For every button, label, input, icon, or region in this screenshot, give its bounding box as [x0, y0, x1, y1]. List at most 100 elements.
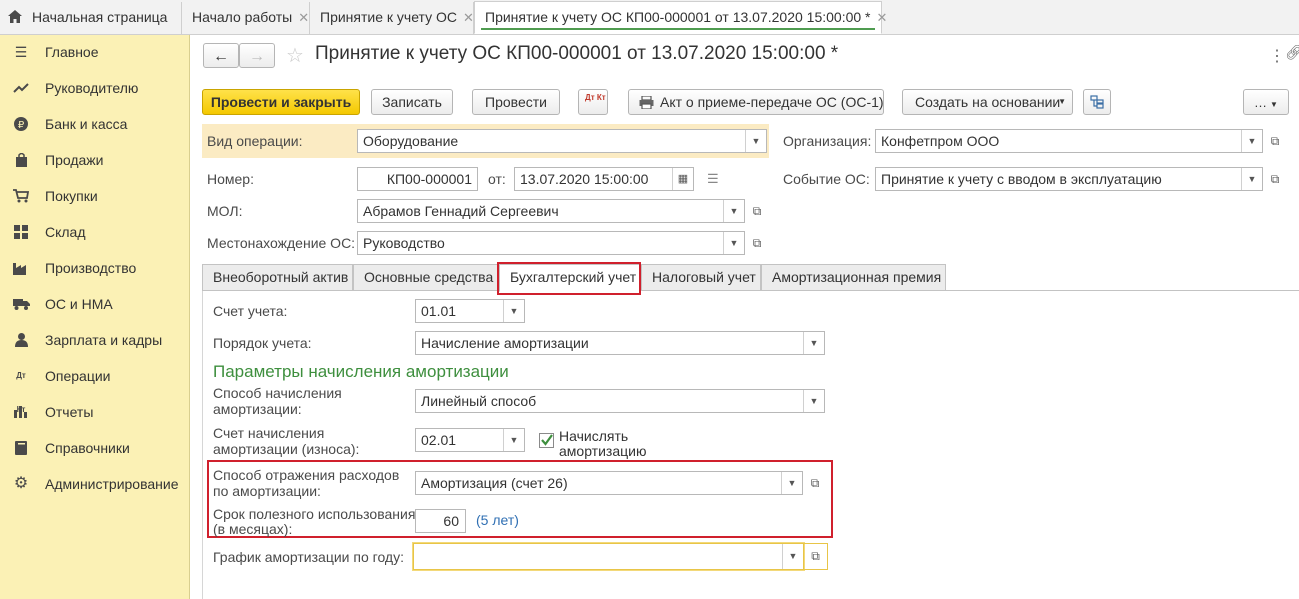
- tab-fixed-assets[interactable]: Основные средства: [353, 264, 499, 291]
- date-input[interactable]: 13.07.2020 15:00:00 ▦: [514, 167, 694, 191]
- close-icon[interactable]: ✕: [877, 10, 888, 25]
- chevron-down-icon[interactable]: ▼: [723, 232, 744, 254]
- sidebar-item-main[interactable]: ☰ Главное: [0, 35, 189, 69]
- date-label: от:: [488, 171, 506, 187]
- chevron-down-icon[interactable]: ▼: [1241, 168, 1262, 190]
- chevron-down-icon[interactable]: ▼: [723, 200, 744, 222]
- sidebar-item-warehouse[interactable]: Склад: [0, 215, 189, 249]
- more-actions-button[interactable]: … ▼: [1243, 89, 1289, 115]
- person-icon: [11, 323, 31, 357]
- open-icon[interactable]: ⧉: [747, 199, 767, 223]
- tab-tax-accounting[interactable]: Налоговый учет: [641, 264, 761, 291]
- sidebar-item-director[interactable]: Руководителю: [0, 71, 189, 105]
- tab-os-list[interactable]: Принятие к учету ОС ✕: [310, 2, 474, 34]
- calendar-icon[interactable]: ▦: [672, 168, 693, 190]
- checkmark-icon: [541, 434, 553, 446]
- chevron-down-icon[interactable]: ▼: [745, 130, 766, 152]
- event-select[interactable]: Принятие к учету с вводом в эксплуатацию…: [875, 167, 1263, 191]
- close-icon[interactable]: ✕: [298, 10, 309, 25]
- more-icon[interactable]: ⋮: [1269, 46, 1286, 66]
- method-label-line2: амортизации:: [213, 401, 302, 417]
- sidebar-item-label: Отчеты: [45, 404, 94, 420]
- sidebar-item-reports[interactable]: Отчеты: [0, 395, 189, 429]
- chevron-down-icon[interactable]: ▼: [803, 332, 824, 354]
- depr-account-label-line1: Счет начисления: [213, 425, 325, 441]
- open-icon[interactable]: ⧉: [747, 231, 767, 255]
- event-label: Событие ОС:: [783, 171, 870, 187]
- dt-kt-icon: Дт Кт: [585, 93, 606, 102]
- favorite-star-icon[interactable]: ☆: [286, 43, 304, 68]
- useful-life-input[interactable]: 60: [415, 509, 466, 533]
- save-button[interactable]: Записать: [371, 89, 453, 115]
- bar-chart-icon: [11, 395, 31, 429]
- tab-noncurrent-asset[interactable]: Внеоборотный актив: [202, 264, 353, 291]
- chevron-down-icon[interactable]: ▼: [503, 300, 524, 322]
- depreciation-params-heading: Параметры начисления амортизации: [213, 362, 509, 381]
- number-input[interactable]: КП00-000001: [357, 167, 478, 191]
- sidebar-item-production[interactable]: Производство: [0, 251, 189, 285]
- method-label-line1: Способ начисления: [213, 385, 342, 401]
- grid-icon: [11, 215, 31, 249]
- tab-document[interactable]: Принятие к учету ОС КП00-000001 от 13.07…: [474, 1, 887, 34]
- link-icon[interactable]: 🔗︎: [1285, 44, 1299, 61]
- chevron-down-icon[interactable]: ▼: [503, 429, 524, 451]
- open-icon[interactable]: ⧉: [1265, 167, 1285, 191]
- sidebar-item-label: Руководителю: [45, 80, 139, 96]
- chevron-down-icon[interactable]: ▼: [781, 472, 802, 494]
- accrue-checkbox[interactable]: [539, 433, 554, 448]
- operation-type-select[interactable]: Оборудование ▼: [357, 129, 767, 153]
- sidebar-item-label: Администрирование: [45, 476, 179, 492]
- more-label: …: [1254, 95, 1268, 110]
- close-icon[interactable]: ✕: [463, 10, 474, 25]
- schedule-select[interactable]: ▼: [413, 543, 804, 570]
- post-and-close-button[interactable]: Провести и закрыть: [202, 89, 360, 115]
- mol-select[interactable]: Абрамов Геннадий Сергеевич ▼: [357, 199, 745, 223]
- accounting-tab-highlight: [497, 262, 641, 295]
- chevron-down-icon[interactable]: ▼: [803, 390, 824, 412]
- procedure-select[interactable]: Начисление амортизации ▼: [415, 331, 825, 355]
- dt-kt-button[interactable]: Дт Кт: [578, 89, 608, 115]
- act-os1-button[interactable]: Акт о приеме-передаче ОС (ОС-1): [628, 89, 884, 115]
- sidebar-item-bank[interactable]: ₽ Банк и касса: [0, 107, 189, 141]
- sidebar-item-references[interactable]: Справочники: [0, 431, 189, 465]
- cart-icon: [11, 179, 31, 213]
- account-select[interactable]: 01.01 ▼: [415, 299, 525, 323]
- tab-home[interactable]: Начальная страница: [0, 2, 182, 34]
- schedule-label: График амортизации по году:: [213, 549, 404, 565]
- tab-depreciation-bonus[interactable]: Амортизационная премия: [761, 264, 946, 291]
- sidebar-item-salary[interactable]: Зарплата и кадры: [0, 323, 189, 357]
- expense-method-select[interactable]: Амортизация (счет 26) ▼: [415, 471, 803, 495]
- post-button[interactable]: Провести: [472, 89, 560, 115]
- back-button[interactable]: ←: [203, 43, 239, 68]
- tab-start-work[interactable]: Начало работы ✕: [182, 2, 310, 34]
- tab-label: Принятие к учету ОС: [320, 9, 457, 25]
- structure-button[interactable]: [1083, 89, 1111, 115]
- event-value: Принятие к учету с вводом в эксплуатацию: [881, 171, 1162, 187]
- create-based-on-button[interactable]: Создать на основании ▼: [902, 89, 1073, 115]
- top-tab-bar: Начальная страница Начало работы ✕ Принят…: [0, 0, 1299, 35]
- location-select[interactable]: Руководство ▼: [357, 231, 745, 255]
- forward-button[interactable]: →: [239, 43, 275, 68]
- comment-icon[interactable]: ☰: [707, 171, 719, 187]
- chevron-down-icon[interactable]: ▼: [782, 544, 803, 569]
- open-icon[interactable]: ⧉: [804, 543, 828, 570]
- expense-label-line2: по амортизации:: [213, 483, 321, 499]
- tab-label: Начало работы: [192, 9, 293, 25]
- account-value: 01.01: [421, 303, 457, 319]
- organization-select[interactable]: Конфетпром ООО ▼: [875, 129, 1263, 153]
- open-icon[interactable]: ⧉: [805, 471, 825, 495]
- organization-label: Организация:: [783, 133, 872, 149]
- sidebar-item-fixed-assets[interactable]: ОС и НМА: [0, 287, 189, 321]
- chevron-down-icon: ▼: [1058, 97, 1066, 106]
- open-icon[interactable]: ⧉: [1265, 129, 1285, 153]
- sidebar-item-sales[interactable]: Продажи: [0, 143, 189, 177]
- method-select[interactable]: Линейный способ ▼: [415, 389, 825, 413]
- sidebar-item-label: Зарплата и кадры: [45, 332, 163, 348]
- depr-account-select[interactable]: 02.01 ▼: [415, 428, 525, 452]
- tab-home-label: Начальная страница: [32, 9, 168, 25]
- sidebar-item-admin[interactable]: ⚙ Администрирование: [0, 467, 189, 501]
- chevron-down-icon[interactable]: ▼: [1241, 130, 1262, 152]
- page-title: Принятие к учету ОС КП00-000001 от 13.07…: [315, 43, 839, 64]
- sidebar-item-purchases[interactable]: Покупки: [0, 179, 189, 213]
- sidebar-item-operations[interactable]: Дт КтОперации: [0, 359, 189, 414]
